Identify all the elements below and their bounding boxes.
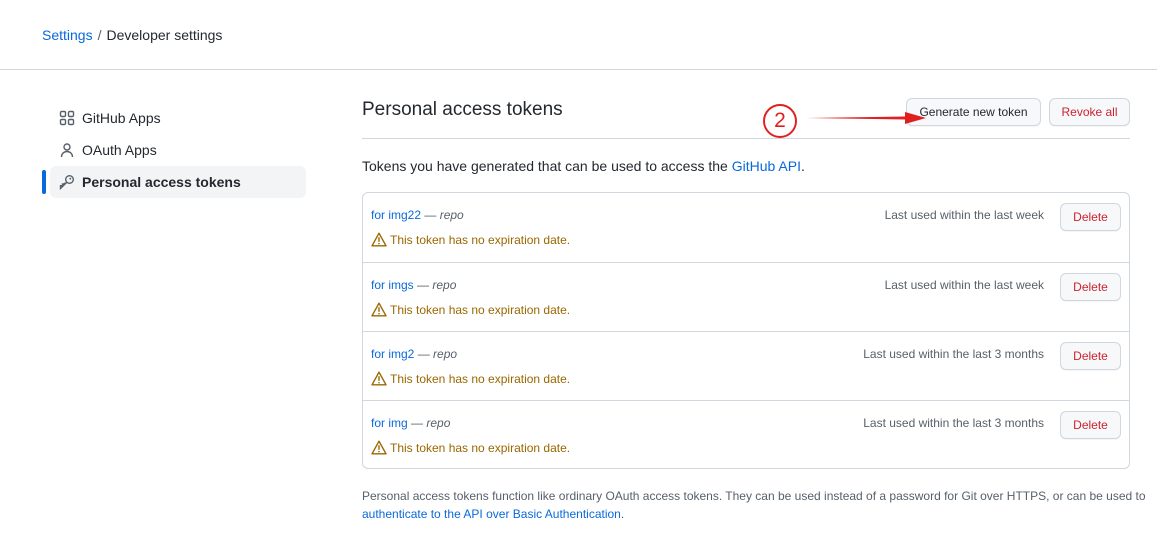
intro-text-end: . [800, 158, 805, 174]
token-warning: This token has no expiration date. [371, 232, 570, 247]
alert-icon [371, 440, 387, 455]
token-last-used: Last used within the last 3 months [863, 347, 1044, 361]
breadcrumb: Settings / Developer settings [42, 27, 222, 43]
token-name-link[interactable]: for img2 [371, 347, 414, 361]
subhead-divider [362, 138, 1130, 139]
header-divider [0, 69, 1157, 70]
token-dash: — [413, 278, 433, 292]
token-title: for img2 — repo [371, 347, 457, 361]
sidebar-item-label: GitHub Apps [82, 110, 161, 126]
token-last-used: Last used within the last week [884, 208, 1044, 222]
key-icon [59, 174, 75, 190]
breadcrumb-current: Developer settings [106, 27, 223, 43]
token-row: for img2 — repo This token has no expira… [363, 331, 1129, 400]
token-scope: repo [426, 416, 451, 430]
alert-icon [371, 302, 387, 317]
breadcrumb-settings-link[interactable]: Settings [42, 27, 93, 43]
token-last-used: Last used within the last week [884, 278, 1044, 292]
apps-icon [59, 110, 75, 126]
token-warning: This token has no expiration date. [371, 302, 570, 317]
token-scope: repo [432, 278, 457, 292]
delete-token-button[interactable]: Delete [1060, 273, 1121, 301]
page-title: Personal access tokens [362, 99, 563, 120]
token-row: for img — repo This token has no expirat… [363, 400, 1129, 469]
token-warning: This token has no expiration date. [371, 371, 570, 386]
token-last-used: Last used within the last 3 months [863, 416, 1044, 430]
token-title: for imgs — repo [371, 278, 456, 292]
sidebar-nav: GitHub Apps OAuth Apps Personal access t… [42, 102, 306, 198]
revoke-all-button[interactable]: Revoke all [1049, 98, 1130, 126]
intro-text: Tokens you have generated that can be us… [362, 158, 805, 174]
step-number-annotation: 2 [763, 104, 797, 138]
token-row: for img22 — repo This token has no expir… [363, 193, 1129, 262]
token-title: for img22 — repo [371, 208, 464, 222]
intro-text-body: Tokens you have generated that can be us… [362, 158, 732, 174]
delete-token-button[interactable]: Delete [1060, 342, 1121, 370]
token-warning-text: This token has no expiration date. [390, 302, 571, 317]
github-api-link[interactable]: GitHub API [732, 158, 801, 174]
sidebar-item-label: Personal access tokens [82, 174, 241, 190]
token-warning-text: This token has no expiration date. [390, 440, 571, 455]
token-scope: repo [433, 347, 458, 361]
delete-token-button[interactable]: Delete [1060, 411, 1121, 439]
sidebar-item-label: OAuth Apps [82, 142, 157, 158]
sidebar-item-personal-access-tokens[interactable]: Personal access tokens [42, 166, 306, 198]
footer-text: Personal access tokens function like ord… [362, 489, 1146, 503]
token-dash: — [414, 347, 434, 361]
annotation-arrow-icon [807, 112, 926, 124]
breadcrumb-separator: / [97, 27, 102, 43]
token-list: for img22 — repo This token has no expir… [362, 192, 1130, 469]
token-name-link[interactable]: for imgs [371, 278, 414, 292]
token-name-link[interactable]: for img22 [371, 208, 421, 222]
token-dash: — [421, 208, 440, 222]
footer-end: . [620, 507, 625, 521]
token-warning: This token has no expiration date. [371, 440, 570, 455]
basic-auth-link[interactable]: authenticate to the API over Basic Authe… [362, 507, 621, 521]
token-warning-text: This token has no expiration date. [390, 371, 571, 386]
token-dash: — [407, 416, 427, 430]
sidebar-item-oauth-apps[interactable]: OAuth Apps [42, 134, 306, 166]
footer-note: Personal access tokens function like ord… [362, 487, 1152, 523]
token-warning-text: This token has no expiration date. [390, 232, 571, 247]
token-row: for imgs — repo This token has no expira… [363, 262, 1129, 331]
alert-icon [371, 371, 387, 386]
token-name-link[interactable]: for img [371, 416, 408, 430]
sidebar-item-github-apps[interactable]: GitHub Apps [42, 102, 306, 134]
person-icon [59, 142, 75, 158]
alert-icon [371, 232, 387, 247]
token-title: for img — repo [371, 416, 450, 430]
token-scope: repo [439, 208, 464, 222]
delete-token-button[interactable]: Delete [1060, 203, 1121, 231]
